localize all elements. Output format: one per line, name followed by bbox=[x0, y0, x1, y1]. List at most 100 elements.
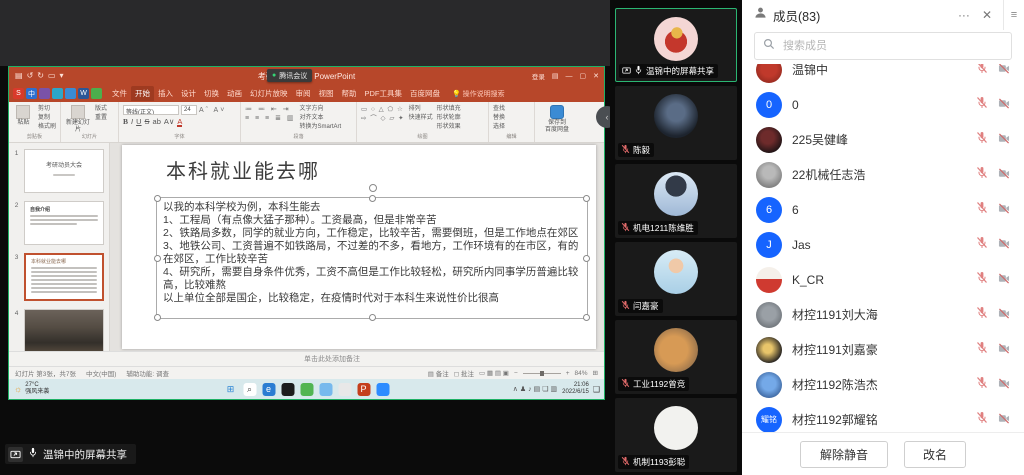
editing-command[interactable]: 查找 bbox=[493, 105, 505, 113]
restore-button[interactable]: ▢ bbox=[580, 72, 587, 80]
view-buttons[interactable]: ▭ ▦ ▤ ▣ bbox=[479, 369, 509, 377]
slide-title[interactable]: 本科就业能去哪 bbox=[166, 155, 320, 184]
font-name-box[interactable]: 等线(正文) bbox=[123, 105, 179, 115]
zoom-slider[interactable] bbox=[523, 373, 561, 374]
slide-thumbnail-1[interactable]: 考研动员大会 bbox=[24, 149, 104, 193]
mic-muted-icon[interactable] bbox=[976, 306, 988, 324]
mic-muted-icon[interactable] bbox=[976, 236, 988, 254]
start-icon[interactable]: ⊞ bbox=[224, 383, 237, 396]
ppt-tab-动画[interactable]: 动画 bbox=[223, 86, 246, 101]
camera-muted-icon[interactable] bbox=[998, 64, 1010, 79]
camera-muted-icon[interactable] bbox=[998, 341, 1010, 359]
mic-muted-icon[interactable] bbox=[976, 341, 988, 359]
member-row[interactable]: 耀铭材控1192郭耀铭 bbox=[742, 402, 1024, 433]
addin-icon[interactable] bbox=[39, 88, 50, 99]
member-search-box[interactable] bbox=[754, 32, 1012, 60]
addin-icon[interactable]: 中 bbox=[26, 88, 37, 99]
resize-handle[interactable] bbox=[154, 255, 161, 262]
list-buttons[interactable]: ≔ ≕ ⇤ ⇥ bbox=[245, 105, 296, 114]
tray-icon[interactable]: ♪ bbox=[528, 386, 532, 393]
ribbon-display-icon[interactable]: ▤ bbox=[552, 72, 559, 80]
ppt-tab-PDF工具集[interactable]: PDF工具集 bbox=[361, 86, 407, 101]
tray-icon[interactable]: ▤ bbox=[534, 386, 541, 393]
slide-text-box[interactable]: 以我的本科学校为例，本科生能去1、工程局（有点像大猛子那种）。工资最高，但是非常… bbox=[156, 197, 588, 319]
ppt-tab-视图[interactable]: 视图 bbox=[315, 86, 338, 101]
video-tile[interactable]: 工业1192曾竞 bbox=[615, 320, 737, 394]
zoom-in-button[interactable]: + bbox=[566, 370, 570, 377]
ppt-tab-百度网盘[interactable]: 百度网盘 bbox=[406, 86, 444, 101]
camera-muted-icon[interactable] bbox=[998, 201, 1010, 219]
camera-muted-icon[interactable] bbox=[998, 236, 1010, 254]
member-row[interactable]: 温锦中 bbox=[742, 64, 1024, 87]
shape-format-command[interactable]: 形状轮廓 bbox=[437, 114, 461, 122]
resize-handle[interactable] bbox=[369, 195, 376, 202]
resize-handle[interactable] bbox=[583, 255, 590, 262]
comments-toggle[interactable]: ◻ 批注 bbox=[454, 368, 474, 378]
slides-command[interactable]: 重置 bbox=[95, 114, 107, 122]
tellme-search[interactable]: 💡 操作说明搜索 bbox=[452, 89, 505, 99]
resize-handle[interactable] bbox=[583, 195, 590, 202]
resize-handle[interactable] bbox=[154, 314, 161, 321]
member-row[interactable]: K_CR bbox=[742, 262, 1024, 297]
ppt-tab-开始[interactable]: 开始 bbox=[131, 86, 154, 101]
mic-muted-icon[interactable] bbox=[976, 166, 988, 184]
font-grow-shrink-icons[interactable]: Aˆ A˅ bbox=[199, 106, 226, 115]
meeting-floating-chip[interactable]: ● 腾讯会议 bbox=[267, 69, 312, 82]
resize-handle[interactable] bbox=[583, 314, 590, 321]
paragraph-command[interactable]: 转换为SmartArt bbox=[300, 123, 342, 131]
shape-format-command[interactable]: 形状效果 bbox=[437, 123, 461, 131]
addin-icon[interactable] bbox=[52, 88, 63, 99]
zoom-out-button[interactable]: − bbox=[514, 370, 518, 377]
slide-thumbnail-2[interactable]: 自我介绍 bbox=[24, 201, 104, 245]
language-indicator[interactable]: 中文(中国) bbox=[86, 368, 116, 378]
more-options-icon[interactable]: ··· bbox=[958, 8, 970, 22]
accessibility-status[interactable]: 辅助功能: 调查 bbox=[126, 368, 169, 378]
signin-button[interactable]: 登录 bbox=[532, 71, 545, 81]
member-search-input[interactable] bbox=[781, 39, 1003, 53]
font-format-buttons[interactable]: BIUSabA∨A bbox=[123, 117, 236, 127]
redo-icon[interactable]: ↻ bbox=[37, 72, 44, 80]
tray-icon[interactable]: ❏ bbox=[542, 386, 548, 393]
mic-muted-icon[interactable] bbox=[976, 201, 988, 219]
taskbar-clock[interactable]: 21:06 2022/6/15 bbox=[562, 382, 589, 396]
arrange-button[interactable]: 排列 bbox=[409, 105, 433, 113]
mic-muted-icon[interactable] bbox=[976, 131, 988, 149]
panel-menu-icon[interactable]: ≡ bbox=[1003, 0, 1024, 30]
ppt-tab-文件[interactable]: 文件 bbox=[108, 86, 131, 101]
qq-icon[interactable] bbox=[281, 383, 294, 396]
editing-command[interactable]: 替换 bbox=[493, 114, 505, 122]
video-tile[interactable]: 陈毅 bbox=[615, 86, 737, 160]
clipboard-command[interactable]: 剪切 bbox=[38, 105, 56, 113]
resize-handle[interactable] bbox=[154, 195, 161, 202]
notes-toggle[interactable]: ▤ 备注 bbox=[428, 368, 449, 378]
tray-icon[interactable]: ∧ bbox=[513, 386, 518, 393]
align-buttons[interactable]: ≡ ≡ ≡ ≣ ▥ bbox=[245, 114, 296, 123]
mic-muted-icon[interactable] bbox=[976, 376, 988, 394]
calculator-icon[interactable] bbox=[338, 383, 351, 396]
shapes-gallery-row2[interactable]: ⇨ ⌒ ◇ ▱ ✦ bbox=[361, 114, 405, 123]
clipboard-command[interactable]: 复制 bbox=[38, 114, 56, 122]
rename-button[interactable]: 改名 bbox=[904, 441, 966, 468]
ppt-tab-设计[interactable]: 设计 bbox=[177, 86, 200, 101]
rotate-handle[interactable] bbox=[369, 184, 377, 192]
search-icon[interactable]: ⌕ bbox=[243, 383, 256, 396]
video-tile[interactable]: 机电1211陈维胜 bbox=[615, 164, 737, 238]
clipboard-command[interactable]: 格式刷 bbox=[38, 123, 56, 131]
close-panel-icon[interactable]: ✕ bbox=[982, 8, 992, 22]
font-size-box[interactable]: 24 bbox=[181, 105, 197, 115]
member-row[interactable]: 66 bbox=[742, 192, 1024, 227]
editing-command[interactable]: 选择 bbox=[493, 123, 505, 131]
video-tile[interactable]: 温锦中的屏幕共享 bbox=[615, 8, 737, 82]
camera-muted-icon[interactable] bbox=[998, 96, 1010, 114]
member-row[interactable]: JJas bbox=[742, 227, 1024, 262]
undo-icon[interactable]: ↺ bbox=[27, 72, 34, 80]
paragraph-command[interactable]: 文字方向 bbox=[300, 105, 342, 113]
camera-muted-icon[interactable] bbox=[998, 411, 1010, 429]
member-row[interactable]: 材控1192陈浩杰 bbox=[742, 367, 1024, 402]
addin-icon[interactable]: W bbox=[78, 88, 89, 99]
ppt-tab-帮助[interactable]: 帮助 bbox=[338, 86, 361, 101]
member-row[interactable]: 材控1191刘嘉豪 bbox=[742, 332, 1024, 367]
start-slideshow-icon[interactable]: ▭ bbox=[48, 72, 56, 80]
slide-thumbnail-3[interactable]: 本科就业能去哪 bbox=[24, 253, 104, 301]
camera-muted-icon[interactable] bbox=[998, 306, 1010, 324]
